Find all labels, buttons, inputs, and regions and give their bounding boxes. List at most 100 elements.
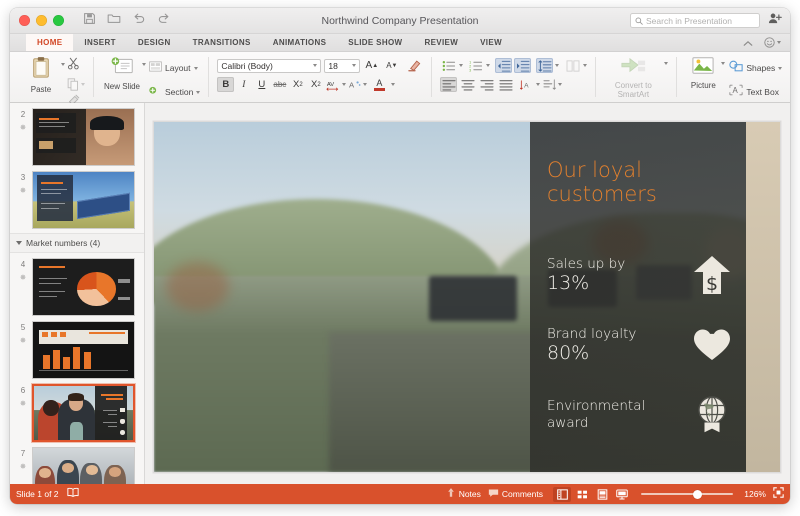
close-button[interactable] — [19, 15, 30, 26]
font-size-combo[interactable]: 18 — [324, 58, 361, 73]
subscript-button[interactable]: X2 — [307, 77, 324, 92]
zoom-level-label[interactable]: 126% — [740, 489, 766, 499]
smartart-dropdown-icon[interactable] — [664, 62, 669, 65]
stat-sales[interactable]: Sales up by 13% $ — [547, 255, 733, 295]
slide-title[interactable]: Our loyal customers — [547, 158, 728, 206]
tab-design[interactable]: DESIGN — [127, 34, 182, 51]
tab-slide-show[interactable]: SLIDE SHOW — [337, 34, 413, 51]
current-slide[interactable]: Our loyal customers Sales up by 13% $ Br… — [152, 120, 781, 473]
line-spacing-icon[interactable] — [536, 58, 554, 73]
thumbnail-slide-5[interactable]: 5 ✸ — [10, 316, 144, 379]
copy-icon[interactable] — [67, 78, 85, 91]
redo-icon[interactable] — [157, 12, 171, 30]
new-slide-button[interactable]: New Slide — [102, 54, 142, 91]
paste-dropdown-icon[interactable] — [61, 63, 65, 66]
tab-home[interactable]: HOME — [26, 34, 74, 51]
character-spacing-icon[interactable]: AV — [325, 77, 346, 92]
slide-thumbnail-pane[interactable]: 2 ✸ 3 ✸ Market numbers (4) 4 ✸ 5 ✸ 6 ✸ 7… — [10, 103, 145, 484]
paste-button[interactable]: Paste — [21, 54, 61, 94]
bullet-list-icon[interactable] — [440, 58, 457, 73]
shapes-button[interactable]: Shapes — [729, 59, 783, 77]
scissors-icon[interactable] — [67, 57, 85, 75]
font-color-dropdown-icon[interactable] — [391, 83, 396, 86]
normal-view-button[interactable] — [553, 486, 571, 502]
book-icon[interactable] — [66, 485, 79, 503]
animation-star-icon[interactable]: ✸ — [20, 461, 27, 472]
font-name-combo[interactable]: Calibri (Body) — [217, 58, 322, 73]
animation-star-icon[interactable]: ✸ — [20, 335, 27, 346]
notes-page-button[interactable] — [593, 487, 611, 502]
line-spacing-dropdown-icon[interactable] — [555, 64, 560, 67]
tab-view[interactable]: VIEW — [469, 34, 513, 51]
open-icon[interactable] — [107, 12, 121, 30]
thumbnail-image[interactable] — [32, 258, 135, 316]
comments-button[interactable]: Comments — [488, 485, 543, 503]
align-left-icon[interactable] — [440, 77, 458, 92]
underline-button[interactable]: U — [253, 77, 270, 92]
thumbnail-slide-4[interactable]: 4 ✸ — [10, 253, 144, 316]
zoom-slider-handle[interactable] — [692, 489, 702, 499]
stat-environmental-award[interactable]: Environmental award — [547, 395, 733, 435]
animation-star-icon[interactable]: ✸ — [20, 185, 27, 196]
smiley-face-icon[interactable] — [764, 37, 781, 48]
animation-star-icon[interactable]: ✸ — [20, 122, 27, 133]
zoom-button[interactable] — [53, 15, 64, 26]
section-collapse-icon[interactable] — [16, 241, 22, 245]
slide-sorter-button[interactable] — [573, 487, 591, 502]
presenter-view-button[interactable] — [613, 487, 631, 502]
thumbnail-image[interactable] — [32, 108, 135, 166]
animation-star-icon[interactable]: ✸ — [20, 272, 27, 283]
justify-icon[interactable] — [497, 77, 514, 92]
thumbnail-image[interactable] — [32, 447, 135, 484]
thumbnail-slide-2[interactable]: 2 ✸ — [10, 103, 144, 166]
text-effects-icon[interactable]: A — [347, 77, 368, 92]
convert-to-smartart-button[interactable]: Convert to SmartArt — [604, 54, 662, 99]
search-input[interactable] — [646, 15, 755, 26]
thumbnail-slide-7[interactable]: 7 ✸ — [10, 442, 144, 484]
undo-icon[interactable] — [132, 12, 146, 30]
tab-transitions[interactable]: TRANSITIONS — [182, 34, 262, 51]
notes-button[interactable]: Notes — [446, 485, 481, 503]
font-color-button[interactable]: A — [369, 77, 389, 92]
increase-indent-icon[interactable] — [514, 58, 532, 73]
thumbnail-image[interactable] — [32, 171, 135, 229]
new-slide-dropdown-icon[interactable] — [142, 63, 146, 66]
chevron-up-icon[interactable] — [743, 34, 753, 52]
search-box[interactable] — [630, 13, 760, 28]
thumbnail-slide-3[interactable]: 3 ✸ — [10, 166, 144, 229]
tab-animations[interactable]: ANIMATIONS — [262, 34, 338, 51]
columns-dropdown-icon[interactable] — [583, 64, 588, 67]
picture-dropdown-icon[interactable] — [721, 62, 726, 65]
align-center-icon[interactable] — [459, 77, 476, 92]
slide-content-panel[interactable]: Our loyal customers Sales up by 13% $ Br… — [529, 121, 746, 472]
thumbnail-image[interactable] — [32, 384, 135, 442]
align-text-icon[interactable] — [542, 77, 563, 92]
italic-button[interactable]: I — [235, 77, 252, 92]
stat-brand-loyalty[interactable]: Brand loyalty 80% — [547, 326, 733, 364]
minimize-button[interactable] — [36, 15, 47, 26]
decrease-font-size-icon[interactable]: A ▼ — [383, 58, 400, 73]
fit-to-window-icon[interactable] — [773, 485, 784, 503]
layout-button[interactable]: Layout — [149, 59, 200, 77]
tab-review[interactable]: REVIEW — [413, 34, 469, 51]
tab-insert[interactable]: INSERT — [73, 34, 126, 51]
decrease-indent-icon[interactable] — [495, 58, 513, 73]
share-person-icon[interactable] — [768, 12, 782, 30]
superscript-button[interactable]: X2 — [289, 77, 306, 92]
bold-button[interactable]: B — [217, 77, 235, 92]
align-right-icon[interactable] — [478, 77, 495, 92]
save-icon[interactable] — [83, 12, 96, 30]
numbered-list-dropdown-icon[interactable] — [486, 64, 491, 67]
text-box-button[interactable]: A Text Box — [729, 83, 782, 101]
thumbnail-image[interactable] — [32, 321, 135, 379]
section-header-market-numbers[interactable]: Market numbers (4) — [10, 233, 144, 253]
numbered-list-icon[interactable]: 123 — [467, 58, 484, 73]
clear-formatting-icon[interactable] — [406, 58, 423, 73]
thumbnail-slide-6[interactable]: 6 ✸ — [10, 379, 144, 442]
strikethrough-button[interactable]: abc — [271, 77, 288, 92]
text-direction-icon[interactable]: A — [519, 77, 540, 92]
columns-icon[interactable] — [564, 58, 581, 73]
section-button[interactable]: Section — [149, 83, 201, 101]
zoom-slider[interactable] — [641, 487, 733, 502]
bullet-list-dropdown-icon[interactable] — [459, 64, 464, 67]
